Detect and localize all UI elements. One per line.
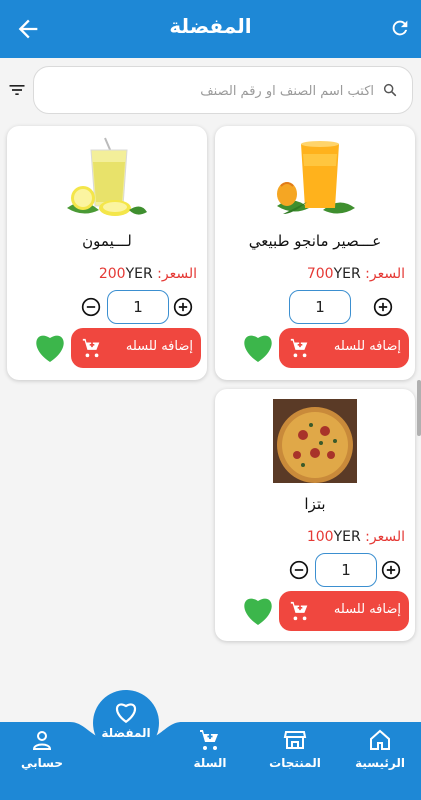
cart-icon <box>82 338 100 358</box>
heart-outline-icon <box>115 703 137 724</box>
nav-cart-label: السلة <box>193 756 227 770</box>
product-card-pizza: بتزا السعر: 100YER إضافه للسله <box>215 389 415 641</box>
cart-icon <box>200 730 218 750</box>
price-label: السعر: <box>157 266 197 282</box>
add-to-cart-label: إضافه للسله <box>333 602 401 617</box>
bottom-navigation: المفضلة حسابي السلة المنتجات الرئيسية <box>0 690 421 800</box>
home-icon <box>370 729 390 750</box>
refresh-icon[interactable] <box>389 17 411 39</box>
add-to-cart-button[interactable]: إضافه للسله <box>279 591 409 631</box>
nav-products-label: المنتجات <box>269 756 321 770</box>
search-box <box>33 66 413 114</box>
price-label: السعر: <box>365 266 405 282</box>
favorite-heart-icon[interactable] <box>240 593 276 627</box>
cart-icon <box>290 601 308 621</box>
product-name: لـــيمون <box>82 232 132 250</box>
product-card-lemon: لـــيمون السعر: 200YER إضافه للسله <box>7 126 207 380</box>
price-currency: YER <box>333 529 361 545</box>
nav-account[interactable]: حسابي <box>2 726 82 796</box>
nav-favorites[interactable]: المفضلة <box>93 690 159 756</box>
product-card-mango: عـــصير مانجو طبيعي السعر: 700YER إضافه … <box>215 126 415 380</box>
search-icon <box>383 83 397 97</box>
price-currency: YER <box>125 266 153 282</box>
nav-products[interactable]: المنتجات <box>255 726 335 796</box>
favorite-heart-icon[interactable] <box>240 330 276 364</box>
quantity-field[interactable] <box>107 290 169 324</box>
product-name: عـــصير مانجو طبيعي <box>248 232 382 250</box>
plus-icon[interactable] <box>173 297 193 317</box>
minus-icon[interactable] <box>81 297 101 317</box>
quantity-field[interactable] <box>315 553 377 587</box>
quantity-field[interactable] <box>289 290 351 324</box>
scrollbar-thumb[interactable] <box>417 380 421 436</box>
pizza-image <box>273 399 357 483</box>
app-bar: المفضلة <box>0 0 421 58</box>
nav-home[interactable]: الرئيسية <box>340 726 420 796</box>
plus-icon[interactable] <box>373 297 393 317</box>
product-price: السعر: 700YER <box>307 266 405 282</box>
product-price: السعر: 100YER <box>307 529 405 545</box>
person-icon <box>32 731 52 750</box>
favorite-heart-icon[interactable] <box>32 330 68 364</box>
add-to-cart-label: إضافه للسله <box>125 339 193 354</box>
nav-favorites-label: المفضلة <box>101 726 151 740</box>
price-value: 700 <box>306 266 334 282</box>
price-label: السعر: <box>365 529 405 545</box>
product-price: السعر: 200YER <box>99 266 197 282</box>
page-title: المفضلة <box>169 14 252 38</box>
minus-icon[interactable] <box>289 560 309 580</box>
search-input[interactable] <box>48 79 374 103</box>
cart-icon <box>290 338 308 358</box>
filter-icon[interactable] <box>6 80 28 100</box>
price-value: 200 <box>98 266 126 282</box>
mango-juice-image <box>277 141 355 214</box>
store-icon <box>283 731 307 749</box>
plus-icon[interactable] <box>381 560 401 580</box>
price-value: 100 <box>306 529 334 545</box>
add-to-cart-label: إضافه للسله <box>333 339 401 354</box>
product-name: بتزا <box>304 495 326 513</box>
nav-cart[interactable]: السلة <box>170 726 250 796</box>
nav-account-label: حسابي <box>20 756 63 770</box>
price-currency: YER <box>333 266 361 282</box>
nav-home-label: الرئيسية <box>355 756 405 770</box>
add-to-cart-button[interactable]: إضافه للسله <box>71 328 201 368</box>
add-to-cart-button[interactable]: إضافه للسله <box>279 328 409 368</box>
lemon-juice-image <box>67 137 147 216</box>
